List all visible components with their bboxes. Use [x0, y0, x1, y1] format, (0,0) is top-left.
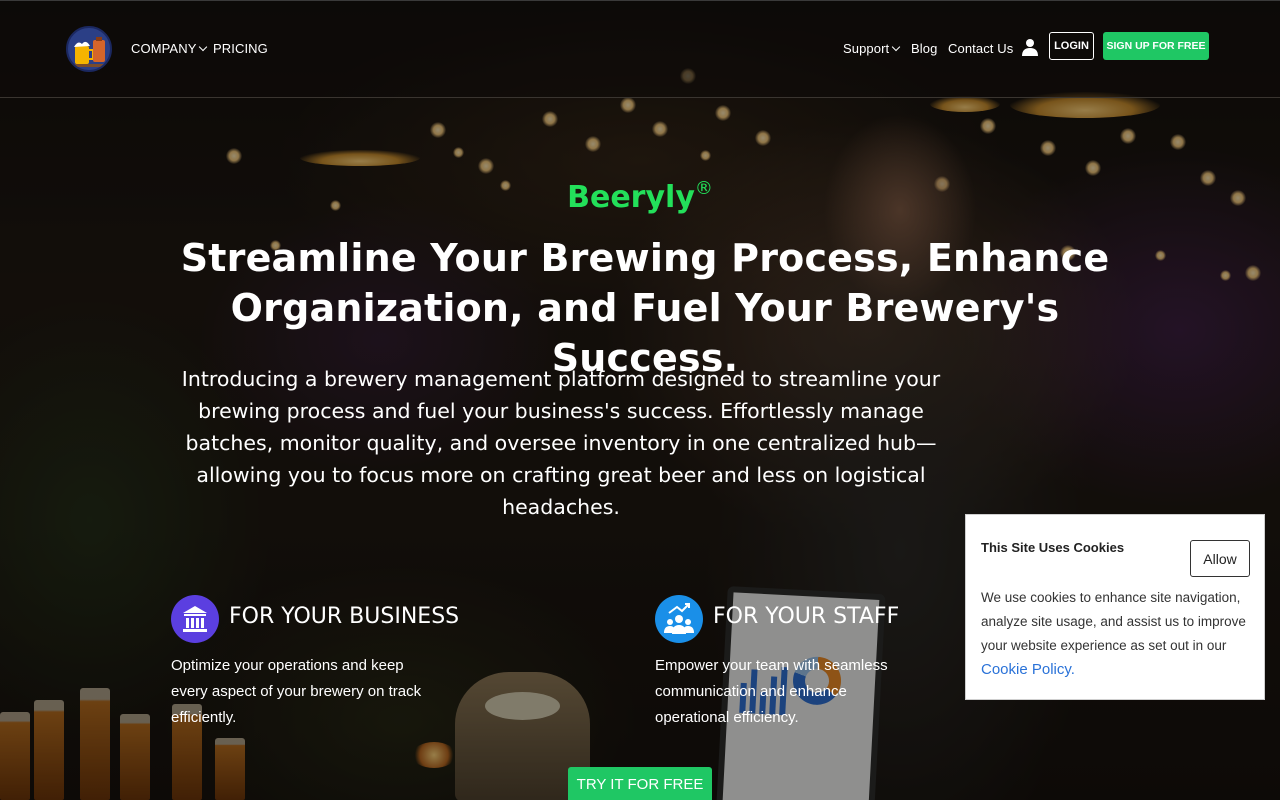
cookie-consent-popup: This Site Uses Cookies Allow We use cook… [965, 514, 1265, 700]
chevron-down-icon [891, 42, 901, 52]
cookie-allow-button[interactable]: Allow [1190, 540, 1250, 577]
feature-staff-title: FOR YOUR STAFF [713, 604, 900, 629]
try-it-free-button[interactable]: TRY IT FOR FREE [568, 767, 712, 800]
nav-support-dropdown[interactable]: Support [843, 41, 901, 56]
brand-name: Beeryly® [0, 178, 1280, 215]
hero-headline: Streamline Your Brewing Process, Enhance… [180, 236, 1110, 380]
brand-name-text: Beeryly [567, 180, 695, 215]
cookie-text: We use cookies to enhance site navigatio… [981, 586, 1253, 682]
feature-business-description: Optimize your operations and keep every … [171, 657, 422, 726]
nav-pricing-link[interactable]: PRICING [213, 41, 268, 56]
cookie-title: This Site Uses Cookies [981, 540, 1125, 555]
nav-company-label: COMPANY [131, 41, 197, 56]
feature-business-title: FOR YOUR BUSINESS [229, 604, 460, 629]
user-icon[interactable] [1021, 38, 1039, 56]
chevron-down-icon [199, 42, 208, 52]
hero-intro-text: Introducing a brewery management platfor… [181, 367, 941, 519]
bank-building-icon [171, 595, 219, 643]
nav-company-dropdown[interactable]: COMPANY [131, 41, 208, 56]
signup-button[interactable]: SIGN UP FOR FREE [1103, 32, 1209, 60]
cookie-body-text: We use cookies to enhance site navigatio… [981, 590, 1246, 653]
cookie-policy-link[interactable]: Cookie Policy. [981, 661, 1075, 678]
nav-contact-link[interactable]: Contact Us [948, 41, 1013, 56]
beer-mug-logo-icon[interactable] [66, 26, 112, 72]
nav-support-label: Support [843, 41, 890, 56]
login-button[interactable]: LOGIN [1049, 32, 1094, 60]
feature-staff-description: Empower your team with seamless communic… [655, 657, 888, 726]
registered-mark: ® [694, 178, 713, 199]
nav-blog-link[interactable]: Blog [911, 41, 937, 56]
top-navigation-bar: COMPANY PRICING Support Blog Contact Us … [0, 0, 1280, 98]
team-growth-icon [655, 595, 703, 643]
